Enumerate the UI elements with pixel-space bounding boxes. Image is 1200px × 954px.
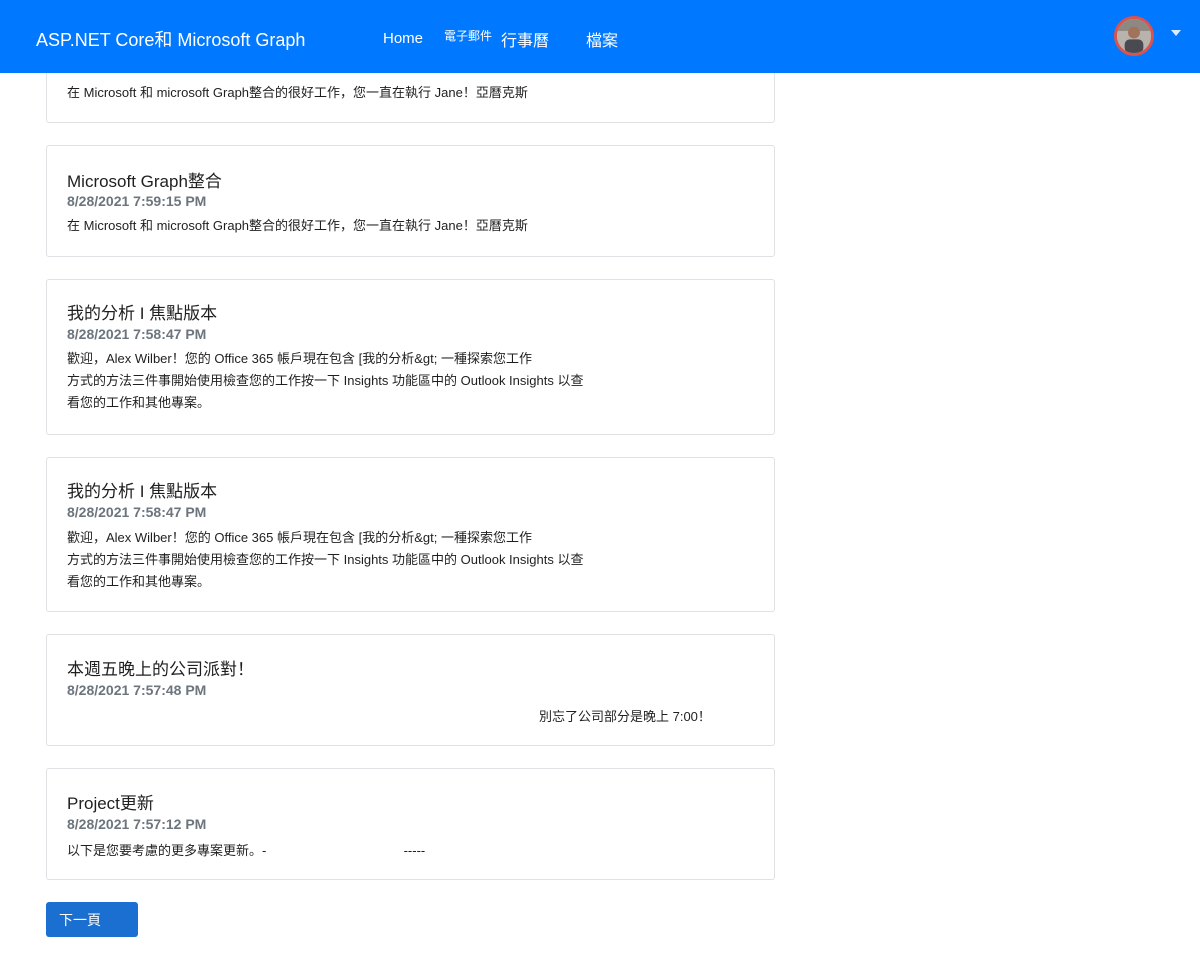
message-preview: 歡迎，Alex Wilber！您的 Office 365 帳戶現在包含 [我的分… [67,527,583,593]
message-preview-line: 歡迎，Alex Wilber！您的 Office 365 帳戶現在包含 [我的分… [67,351,532,366]
message-preview-line: 在 Microsoft 和 microsoft Graph整合的很好工作，您一直… [67,85,528,100]
nav-mail-link[interactable]: 電子郵件 [444,27,492,44]
message-preview-line: 在 Microsoft 和 microsoft Graph整合的很好工作，您一直… [67,218,528,233]
user-avatar[interactable] [1114,16,1154,56]
message-subject: 我的分析 I 焦點版本 [67,482,218,501]
message-subject: 本週五晚上的公司派對！ [67,660,254,679]
message-date: 8/28/2021 7:58:47 PM [67,326,207,342]
message-preview-line: 看您的工作和其他專案。 [67,395,211,410]
message-subject: 我的分析 I 焦點版本 [67,304,218,323]
user-avatar-icon [1117,19,1151,53]
message-preview-line: 方式的方法三件事開始使用檢查您的工作按一下 Insights 功能區中的 Out… [67,373,584,388]
message-preview: 歡迎，Alex Wilber！您的 Office 365 帳戶現在包含 [我的分… [67,348,583,414]
message-card[interactable]: 本週五晚上的公司派對！ 8/28/2021 7:57:48 PM 別忘了公司部分… [46,634,775,746]
message-preview-line: 看您的工作和其他專案。 [67,574,211,589]
message-card[interactable]: 我的分析 I 焦點版本 8/28/2021 7:58:47 PM 歡迎，Alex… [46,457,775,612]
message-preview-line: ----- [403,843,426,858]
message-date: 8/28/2021 7:59:15 PM [67,193,207,209]
message-preview: 以下是您要考慮的更多專案更新。- ----- [67,840,425,862]
message-preview-line: 別忘了公司部分是晚上 7:00！ [539,709,711,724]
nav-files-link[interactable]: 檔案 [586,27,618,51]
user-menu-chevron-down-icon[interactable] [1171,30,1181,36]
nav-calendar-link[interactable]: 行事曆 [501,27,549,51]
top-navbar: ASP.NET Core和 Microsoft Graph Home 電子郵件 … [0,0,1200,73]
message-date: 8/28/2021 7:57:12 PM [67,816,207,832]
message-card[interactable]: Microsoft Graph整合 8/28/2021 7:59:15 PM 在… [46,145,775,257]
next-page-button[interactable]: 下一頁 [46,902,138,937]
message-preview: 別忘了公司部分是晚上 7:00！ [539,706,711,728]
message-subject: Project更新 [67,794,154,813]
message-preview: 在 Microsoft 和 microsoft Graph整合的很好工作，您一直… [67,215,528,237]
message-card[interactable]: Project更新 8/28/2021 7:57:12 PM 以下是您要考慮的更… [46,768,775,880]
message-preview-line: 以下是您要考慮的更多專案更新。- [67,843,267,858]
message-preview: 在 Microsoft 和 microsoft Graph整合的很好工作，您一直… [67,82,528,104]
nav-home-link[interactable]: Home [383,30,423,47]
message-card[interactable]: 我的分析 I 焦點版本 8/28/2021 7:58:47 PM 歡迎，Alex… [46,279,775,435]
message-preview-line: 方式的方法三件事開始使用檢查您的工作按一下 Insights 功能區中的 Out… [67,552,584,567]
message-date: 8/28/2021 7:58:47 PM [67,504,207,520]
message-subject: Microsoft Graph整合 [67,172,222,191]
app-brand[interactable]: ASP.NET Core和 Microsoft Graph [36,26,305,52]
message-preview-line: 歡迎，Alex Wilber！您的 Office 365 帳戶現在包含 [我的分… [67,530,532,545]
message-date: 8/28/2021 7:57:48 PM [67,682,207,698]
